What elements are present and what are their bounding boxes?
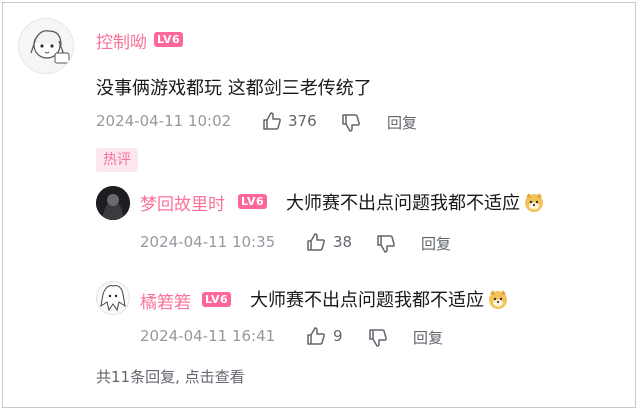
- dog-emoji-icon: [523, 191, 545, 213]
- dog-emoji-icon: [487, 288, 509, 310]
- dislike-icon[interactable]: [368, 328, 388, 348]
- view-more-replies-link[interactable]: 共11条回复, 点击查看: [96, 366, 245, 387]
- reply-button[interactable]: 回复: [421, 233, 451, 254]
- like-count: 376: [288, 112, 317, 130]
- reply-avatar[interactable]: [96, 186, 130, 220]
- level-badge: LV6: [154, 32, 184, 47]
- level-badge: LV6: [202, 292, 232, 307]
- comment-text: 没事俩游戏都玩 这都剑三老传统了: [96, 78, 372, 99]
- comment-username[interactable]: 控制呦: [96, 28, 147, 53]
- reply-time: 2024-04-11 10:35: [140, 233, 276, 251]
- reply-username[interactable]: 梦回故里时: [140, 190, 225, 215]
- comment-time: 2024-04-11 10:02: [96, 112, 232, 130]
- reply-button[interactable]: 回复: [387, 112, 417, 133]
- reply-button[interactable]: 回复: [413, 327, 443, 348]
- like-icon[interactable]: [306, 232, 326, 252]
- like-icon[interactable]: [306, 326, 326, 346]
- level-badge: LV6: [238, 194, 268, 209]
- avatar[interactable]: [18, 18, 74, 74]
- hot-comment-tag: 热评: [96, 148, 138, 172]
- like-icon[interactable]: [262, 111, 282, 131]
- dislike-icon[interactable]: [376, 234, 396, 254]
- reply-text: 大师赛不出点问题我都不适应: [286, 189, 545, 215]
- reply-username[interactable]: 橘箬箬: [140, 288, 191, 313]
- reply-avatar[interactable]: [96, 281, 130, 315]
- dislike-icon[interactable]: [341, 113, 361, 133]
- like-count: 38: [333, 233, 353, 251]
- reply-time: 2024-04-11 16:41: [140, 327, 276, 345]
- reply-text: 大师赛不出点问题我都不适应: [250, 286, 509, 312]
- like-count: 9: [333, 327, 343, 345]
